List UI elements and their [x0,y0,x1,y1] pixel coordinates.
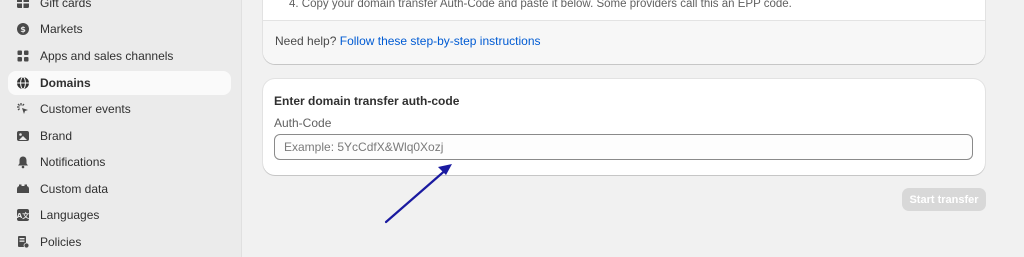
sidebar-item-label: Languages [40,208,100,222]
help-text: Need help? Follow these step-by-step ins… [275,34,541,48]
sidebar-item-label: Notifications [40,155,106,169]
image-icon [16,129,30,143]
globe-icon [16,76,30,90]
sidebar-item-brand[interactable]: Brand [8,124,231,148]
sidebar-item-gift-cards[interactable]: Gift cards [8,0,231,15]
apps-icon [16,49,30,63]
sidebar-item-notifications[interactable]: Notifications [8,150,231,174]
sidebar-item-policies[interactable]: Policies [8,230,231,254]
globe-dollar-icon: $ [16,22,30,36]
auth-code-label: Auth-Code [274,116,332,130]
cursor-click-icon [16,102,30,116]
sidebar-item-custom-data[interactable]: Custom data [8,177,231,201]
instructions-link[interactable]: Follow these step-by-step instructions [340,34,541,48]
annotation-arrow [384,164,452,224]
sidebar-item-label: Custom data [40,182,109,196]
svg-text:$: $ [20,25,26,34]
sidebar-item-languages[interactable]: A文 Languages [8,203,231,227]
database-icon [16,182,30,196]
start-transfer-button[interactable]: Start transfer [902,188,986,211]
svg-text:A文: A文 [17,211,30,220]
help-prefix: Need help? [275,34,337,48]
main-content: 4. Copy your domain transfer Auth-Code a… [243,0,1024,257]
card-title: Enter domain transfer auth-code [274,94,460,108]
gift-card-icon [16,0,30,10]
auth-code-input[interactable] [274,134,973,160]
bell-icon [16,155,30,169]
sidebar-item-domains[interactable]: Domains [8,71,231,95]
policy-icon [16,235,30,249]
sidebar-item-label: Apps and sales channels [40,49,174,63]
settings-sidebar: Gift cards $ Markets Apps and sales chan… [0,0,242,257]
sidebar-item-markets[interactable]: $ Markets [8,17,231,41]
sidebar-item-label: Policies [40,235,82,249]
instruction-step-4: 4. Copy your domain transfer Auth-Code a… [289,0,792,10]
sidebar-item-label: Gift cards [40,0,92,10]
transfer-instructions-card: 4. Copy your domain transfer Auth-Code a… [263,0,985,64]
sidebar-item-label: Domains [40,76,91,90]
sidebar-item-label: Customer events [40,102,131,116]
sidebar-item-apps[interactable]: Apps and sales channels [8,44,231,68]
auth-code-card: Enter domain transfer auth-code Auth-Cod… [263,79,985,175]
sidebar-item-customer-events[interactable]: Customer events [8,97,231,121]
sidebar-item-label: Markets [40,22,83,36]
translate-icon: A文 [16,208,30,222]
sidebar-item-label: Brand [40,129,73,143]
